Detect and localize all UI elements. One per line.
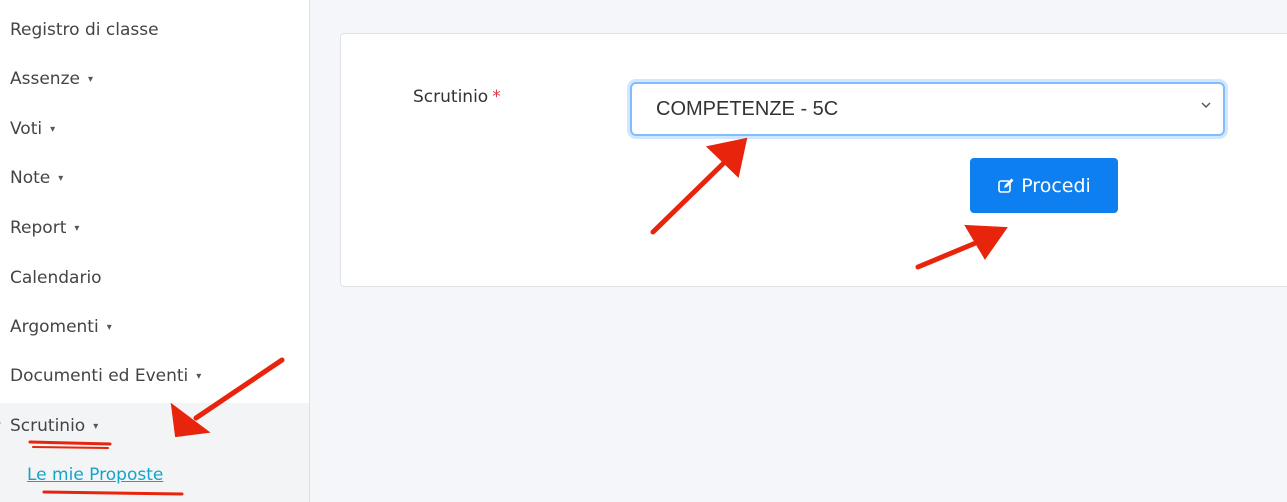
scrutinio-label: Scrutinio *	[413, 87, 501, 107]
field-label-text: Scrutinio	[413, 87, 489, 107]
sidebar: ⁾ Registro di classe Assenze ▾ ⁅ Voti ▾ …	[0, 0, 310, 502]
flag-icon: ⁼	[0, 418, 10, 434]
sidebar-item-registro[interactable]: ⁾ Registro di classe	[0, 15, 159, 45]
select-value: COMPETENZE - 5C	[656, 97, 839, 120]
sidebar-item-argomenti[interactable]: › Argomenti ▾	[0, 312, 112, 342]
procedi-button-label: Procedi	[1021, 174, 1091, 197]
caret-down-icon: ▾	[106, 321, 112, 333]
file-icon: ǐ	[0, 368, 10, 384]
sidebar-item-documenti[interactable]: ǐ Documenti ed Eventi ▾	[0, 361, 201, 391]
sidebar-item-label: Registro di classe	[10, 20, 159, 40]
scrutinio-select[interactable]: COMPETENZE - 5C	[630, 82, 1225, 136]
sidebar-item-label: Assenze	[10, 69, 80, 89]
sidebar-item-voti[interactable]: ⁅ Voti ▾	[0, 114, 55, 144]
sidebar-item-calendario[interactable]: ⁆ Calendario	[0, 263, 102, 293]
sidebar-item-label: Calendario	[10, 268, 102, 288]
submenu-link-le-mie-proposte[interactable]: Le mie Proposte	[27, 465, 163, 485]
sidebar-item-label: Documenti ed Eventi	[10, 366, 189, 386]
sidebar-item-scrutinio[interactable]: ⁼ Scrutinio ▾	[0, 411, 98, 441]
caret-down-icon: ▾	[58, 172, 64, 184]
sidebar-item-label: Report	[10, 218, 67, 238]
required-marker: *	[492, 87, 501, 107]
chart-icon: ⁏	[0, 220, 10, 236]
sidebar-item-assenze[interactable]: Assenze ▾	[0, 64, 93, 94]
form-card	[340, 33, 1287, 287]
caret-down-icon: ▾	[93, 420, 99, 432]
sidebar-item-note[interactable]: Note ▾	[0, 163, 63, 193]
caret-down-icon: ▾	[196, 370, 202, 382]
pencil-icon: ⁅	[0, 121, 10, 137]
sidebar-item-label: Note	[10, 168, 51, 188]
edit-icon	[997, 177, 1015, 195]
chevron-down-icon	[1201, 102, 1211, 108]
book-icon: ⁾	[0, 22, 10, 38]
bookmark-icon: ›	[0, 319, 10, 335]
caret-down-icon: ▾	[87, 73, 93, 85]
sidebar-item-label: Scrutinio	[10, 416, 86, 436]
sidebar-item-report[interactable]: ⁏ Report ▾	[0, 213, 79, 243]
procedi-button[interactable]: Procedi	[970, 158, 1118, 213]
caret-down-icon: ▾	[74, 222, 80, 234]
caret-down-icon: ▾	[50, 123, 56, 135]
calendar-icon: ⁆	[0, 270, 10, 286]
sidebar-item-label: Argomenti	[10, 317, 99, 337]
sidebar-item-label: Voti	[10, 119, 43, 139]
